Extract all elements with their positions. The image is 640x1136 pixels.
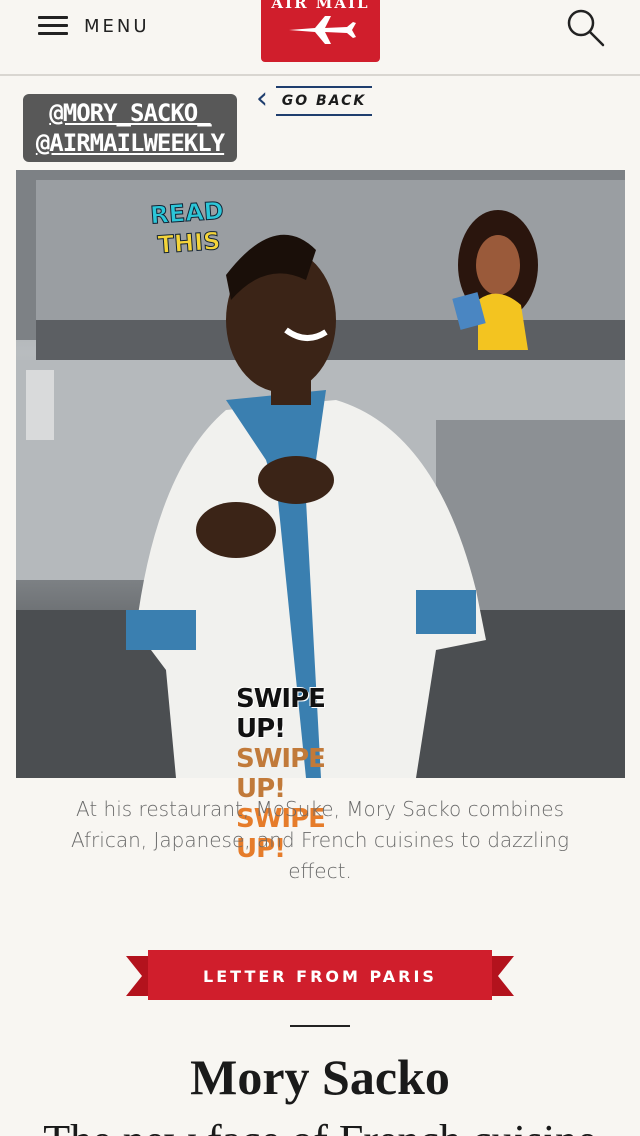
- handle-sticker[interactable]: @MORY_SACKO_ @AIRMAILWEEKLY: [23, 94, 237, 162]
- handle-airmail-weekly[interactable]: @AIRMAILWEEKLY: [36, 128, 225, 158]
- go-back-button[interactable]: ‹ GO BACK: [252, 84, 376, 118]
- read-this-sticker: READ THIS: [146, 195, 230, 260]
- read-line-2: THIS: [156, 226, 222, 260]
- section-label: LETTER FROM PARIS: [203, 966, 437, 986]
- photo-caption: At his restaurant, MoSuke, Mory Sacko co…: [71, 797, 569, 883]
- hamburger-icon: [38, 15, 68, 37]
- logo-text: AIR MAIL: [271, 0, 370, 12]
- chevron-left-icon: ‹: [256, 81, 268, 116]
- handle-mory-sacko[interactable]: @MORY_SACKO_: [49, 98, 211, 128]
- top-nav-bar: MENU AIR MAIL: [0, 0, 640, 76]
- article-dek: The new face of French cuisine: [0, 1116, 640, 1136]
- article-headline: Mory Sacko: [190, 1049, 450, 1105]
- menu-button[interactable]: MENU: [38, 12, 150, 40]
- air-mail-logo[interactable]: AIR MAIL: [261, 0, 380, 62]
- search-button[interactable]: [566, 8, 606, 48]
- menu-label: MENU: [84, 15, 150, 37]
- swipe-line-1: SWIPE UP!: [236, 684, 326, 744]
- go-back-label: GO BACK: [276, 86, 372, 116]
- title-divider: [290, 1025, 350, 1027]
- search-icon: [567, 9, 605, 47]
- section-ribbon[interactable]: LETTER FROM PARIS: [126, 948, 514, 1004]
- airplane-icon: [288, 16, 356, 44]
